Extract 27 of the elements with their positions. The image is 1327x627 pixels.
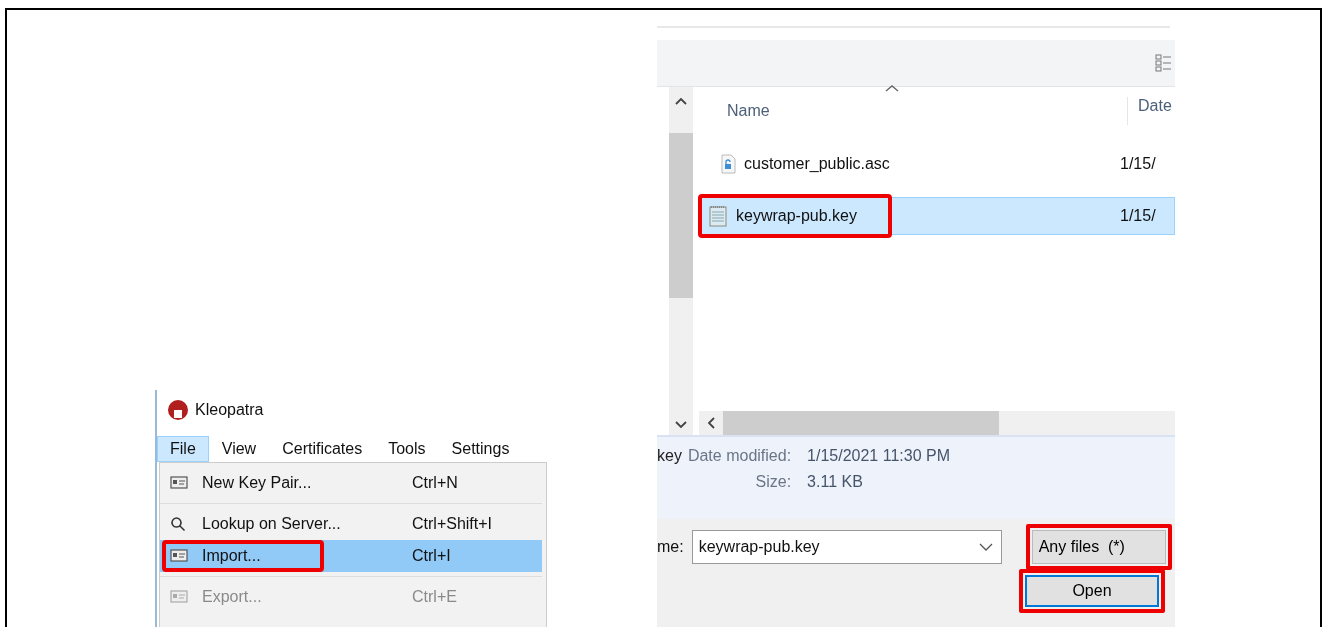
file-date: 1/15/ [1120,207,1156,225]
file-row[interactable]: keywrap-pub.key 1/15/ [699,197,1175,235]
menu-item[interactable]: Import... Ctrl+I [160,540,542,572]
menu-title[interactable]: Settings [438,436,523,462]
file-name: keywrap-pub.key [736,207,857,225]
menu-item[interactable]: Lookup on Server... Ctrl+Shift+I [160,508,542,540]
selected-file-name: key [657,447,682,465]
menu-title[interactable]: Certificates [269,436,376,462]
file-type-dropdown[interactable]: Any files (*) [1031,530,1166,564]
detail-label: Size: [754,473,792,491]
file-date: 1/15/ [1120,155,1156,173]
highlight-frame: Import... [164,542,322,570]
menu-title[interactable]: File [157,436,209,462]
menu-title[interactable]: Tools [375,436,439,462]
menu-item[interactable]: New Key Pair... Ctrl+N [160,467,542,499]
file-name: customer_public.asc [744,155,890,173]
menu-title[interactable]: View [208,436,270,462]
file-name-field[interactable]: keywrap-pub.key [691,530,1002,564]
detail-label: Date modified: [687,447,792,465]
detail-value: 1/15/2021 11:30 PM [807,447,950,465]
open-button[interactable]: Open [1025,575,1159,607]
detail-value: 3.11 KB [807,473,864,491]
column-header[interactable]: Date [1128,97,1172,115]
file-row[interactable]: customer_public.asc 1/15/ [699,145,1175,183]
file-name-label: me: [657,538,684,556]
window-title: Kleopatra [195,401,264,419]
column-header[interactable]: Name [727,102,770,120]
